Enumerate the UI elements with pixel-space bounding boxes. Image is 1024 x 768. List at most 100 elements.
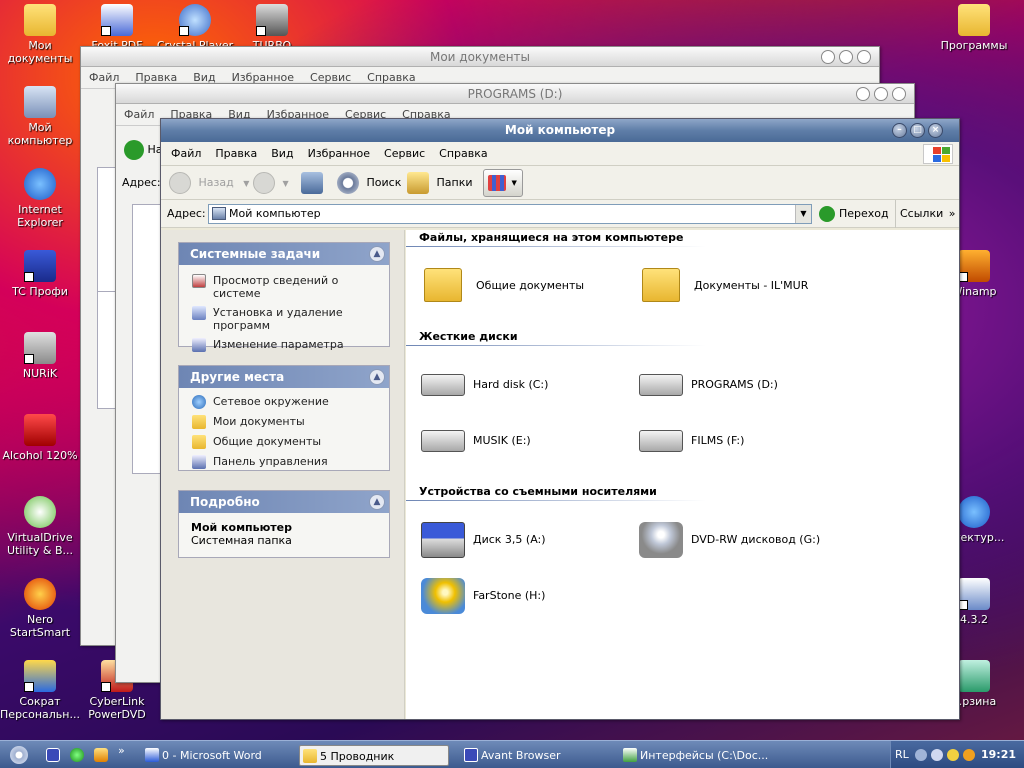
maximize-button[interactable]: □ — [910, 123, 925, 138]
tray-app-icon[interactable] — [947, 749, 959, 761]
desktop-icon-nero[interactable]: Nero StartSmart — [0, 578, 80, 639]
folders-button[interactable]: Папки — [407, 171, 473, 195]
desktop-icon-virtualdrive[interactable]: VirtualDrive Utility & B... — [0, 496, 80, 557]
system-tray: RL 19:21 — [890, 741, 1024, 768]
desktop-icon-label: Alcohol 120% — [2, 449, 78, 462]
back-button[interactable]: На — [124, 140, 163, 160]
place-shared-documents[interactable]: Общие документы — [179, 432, 389, 452]
desktop-icon-my-computer[interactable]: Мой компьютер — [0, 86, 80, 147]
desktop-icon-label: CyberLink PowerDVD — [88, 695, 146, 721]
desktop-icon-label: Мои документы — [7, 39, 73, 65]
window-my-computer[interactable]: Мой компьютер – □ × Файл Правка Вид Избранн… — [160, 118, 960, 720]
back-button[interactable]: Назад ▼ — [169, 171, 249, 195]
search-button[interactable]: Поиск — [337, 171, 401, 195]
address-input[interactable]: Мой компьютер ▼ — [208, 204, 812, 224]
item-farstone-h[interactable]: FarStone (H:) — [421, 576, 601, 616]
task-word[interactable]: 0 - Microsoft Word — [142, 745, 292, 766]
place-my-documents[interactable]: Мои документы — [179, 412, 389, 432]
section-header-files: Файлы, хранящиеся на этом компьютере — [406, 231, 706, 247]
cd-drive-icon — [421, 578, 465, 614]
item-drive-c[interactable]: Hard disk (C:) — [421, 365, 601, 405]
folders-label: Папки — [436, 176, 473, 189]
links-button[interactable]: Ссылки » — [895, 200, 959, 228]
menu-favorites[interactable]: Избранное — [308, 147, 370, 160]
menu-edit[interactable]: Правка — [215, 147, 257, 160]
title-bar[interactable]: Мои документы — [81, 47, 879, 67]
collapse-chevron-icon[interactable]: ▲ — [369, 369, 385, 385]
menu-view[interactable]: Вид — [271, 147, 293, 160]
panel-header[interactable]: Другие места ▲ — [179, 366, 389, 388]
language-indicator[interactable]: RL — [895, 741, 909, 768]
place-network[interactable]: Сетевое окружение — [179, 392, 389, 412]
quicklaunch-pencil-icon[interactable] — [94, 748, 108, 762]
item-floppy-a[interactable]: Диск 3,5 (A:) — [421, 520, 601, 560]
item-dvd-g[interactable]: DVD-RW дисковод (G:) — [639, 520, 839, 560]
panel-header[interactable]: Подробно ▲ — [179, 491, 389, 513]
taskbar: » 0 - Microsoft Word 5 Проводник Avant B… — [0, 740, 1024, 768]
desktop-icon-foxit[interactable]: Foxit PDF — [77, 4, 157, 52]
maximize-button[interactable] — [839, 50, 853, 64]
computer-icon — [24, 86, 56, 118]
folder-icon — [958, 4, 990, 36]
collapse-chevron-icon[interactable]: ▲ — [369, 246, 385, 262]
task-avant-browser[interactable]: Avant Browser — [461, 745, 611, 766]
task-add-remove-programs[interactable]: Установка и удаление программ — [179, 303, 389, 335]
title-bar[interactable]: Мой компьютер – □ × — [161, 119, 959, 142]
clock: 19:21 — [980, 748, 1016, 761]
task-change-setting[interactable]: Изменение параметра — [179, 335, 389, 355]
task-pane: Системные задачи ▲ Просмотр сведений о с… — [161, 230, 405, 719]
close-button[interactable] — [857, 50, 871, 64]
task-explorer[interactable]: 5 Проводник — [299, 745, 449, 766]
desktop-icon-tc-profi[interactable]: TC Профи — [0, 250, 80, 298]
task-view-system-info[interactable]: Просмотр сведений о системе — [179, 271, 389, 303]
menu-tools[interactable]: Сервис — [384, 147, 425, 160]
desktop-icon-sokrat[interactable]: Сократ Персональн... — [0, 660, 80, 721]
minimize-button[interactable] — [821, 50, 835, 64]
quicklaunch-browser-icon[interactable] — [46, 748, 60, 762]
title-bar[interactable]: PROGRAMS (D:) — [116, 84, 914, 104]
window-title: PROGRAMS (D:) — [467, 87, 563, 101]
desktop-icon-internet-explorer[interactable]: Internet Explorer — [0, 168, 80, 229]
item-drive-d[interactable]: PROGRAMS (D:) — [639, 365, 819, 405]
content-area: Файлы, хранящиеся на этом компьютере Общ… — [406, 230, 959, 719]
up-folder-button[interactable] — [301, 171, 327, 195]
tray-volume-icon[interactable] — [931, 749, 943, 761]
start-gear-icon[interactable] — [10, 746, 28, 764]
item-shared-documents[interactable]: Общие документы — [424, 266, 604, 306]
minimize-button[interactable]: – — [892, 123, 907, 138]
place-control-panel[interactable]: Панель управления — [179, 452, 389, 472]
minimize-button[interactable] — [856, 87, 870, 101]
collapse-chevron-icon[interactable]: ▲ — [369, 494, 385, 510]
desktop-icon-nurik[interactable]: NURiK — [0, 332, 80, 380]
tray-app-icon[interactable] — [963, 749, 975, 761]
hard-drive-icon — [421, 430, 465, 452]
desktop-icon-crystal[interactable]: Crystal Player — [155, 4, 235, 52]
menu-help[interactable]: Справка — [439, 147, 487, 160]
task-document[interactable]: Интерфейсы (C:\Doc... — [620, 745, 770, 766]
forward-arrow-icon — [253, 172, 275, 194]
tray-arrow-icon[interactable] — [915, 749, 927, 761]
desktop-icon-alcohol[interactable]: Alcohol 120% — [0, 414, 80, 462]
network-icon — [192, 395, 206, 409]
address-dropdown-button[interactable]: ▼ — [795, 205, 811, 223]
item-drive-f[interactable]: FILMS (F:) — [639, 421, 819, 461]
forward-button[interactable]: ▼ — [253, 171, 289, 195]
menu-file[interactable]: Файл — [124, 108, 154, 121]
panel-header[interactable]: Системные задачи ▲ — [179, 243, 389, 265]
go-button[interactable]: Переход — [819, 206, 889, 222]
quicklaunch-globe-icon[interactable] — [70, 748, 84, 762]
panel-system-tasks: Системные задачи ▲ Просмотр сведений о с… — [178, 242, 390, 352]
item-drive-e[interactable]: MUSIK (E:) — [421, 421, 601, 461]
close-button[interactable] — [892, 87, 906, 101]
item-label: DVD-RW дисковод (G:) — [691, 533, 821, 546]
views-button[interactable]: ▼ — [483, 169, 523, 197]
desktop-icon-programs[interactable]: Программы — [934, 4, 1014, 52]
sokrat-icon — [24, 660, 56, 692]
desktop-icon-my-documents[interactable]: Мои документы — [0, 4, 80, 65]
maximize-button[interactable] — [874, 87, 888, 101]
chevron-right-icon[interactable]: » — [118, 744, 125, 757]
desktop-icon-turbo[interactable]: TURBO — [232, 4, 312, 52]
item-user-documents[interactable]: Документы - IL'MUR — [642, 266, 842, 306]
menu-file[interactable]: Файл — [171, 147, 201, 160]
close-button[interactable]: × — [928, 123, 943, 138]
